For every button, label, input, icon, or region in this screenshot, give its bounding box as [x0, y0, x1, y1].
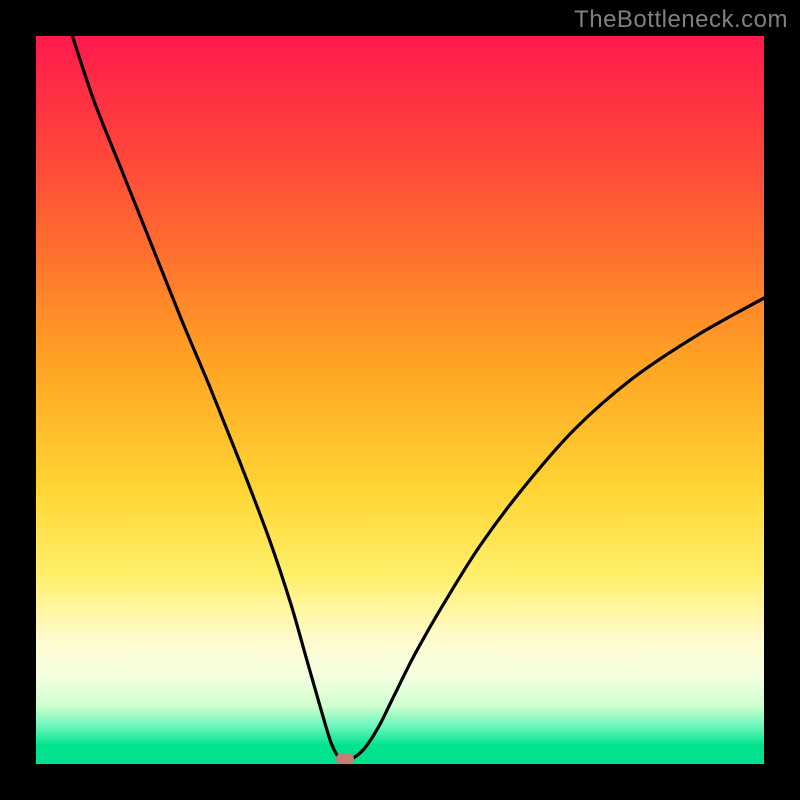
chart-frame: TheBottleneck.com [0, 0, 800, 800]
optimal-point-marker [336, 753, 354, 764]
plot-area [36, 36, 764, 764]
watermark-text: TheBottleneck.com [574, 6, 788, 34]
bottleneck-curve [36, 36, 764, 764]
